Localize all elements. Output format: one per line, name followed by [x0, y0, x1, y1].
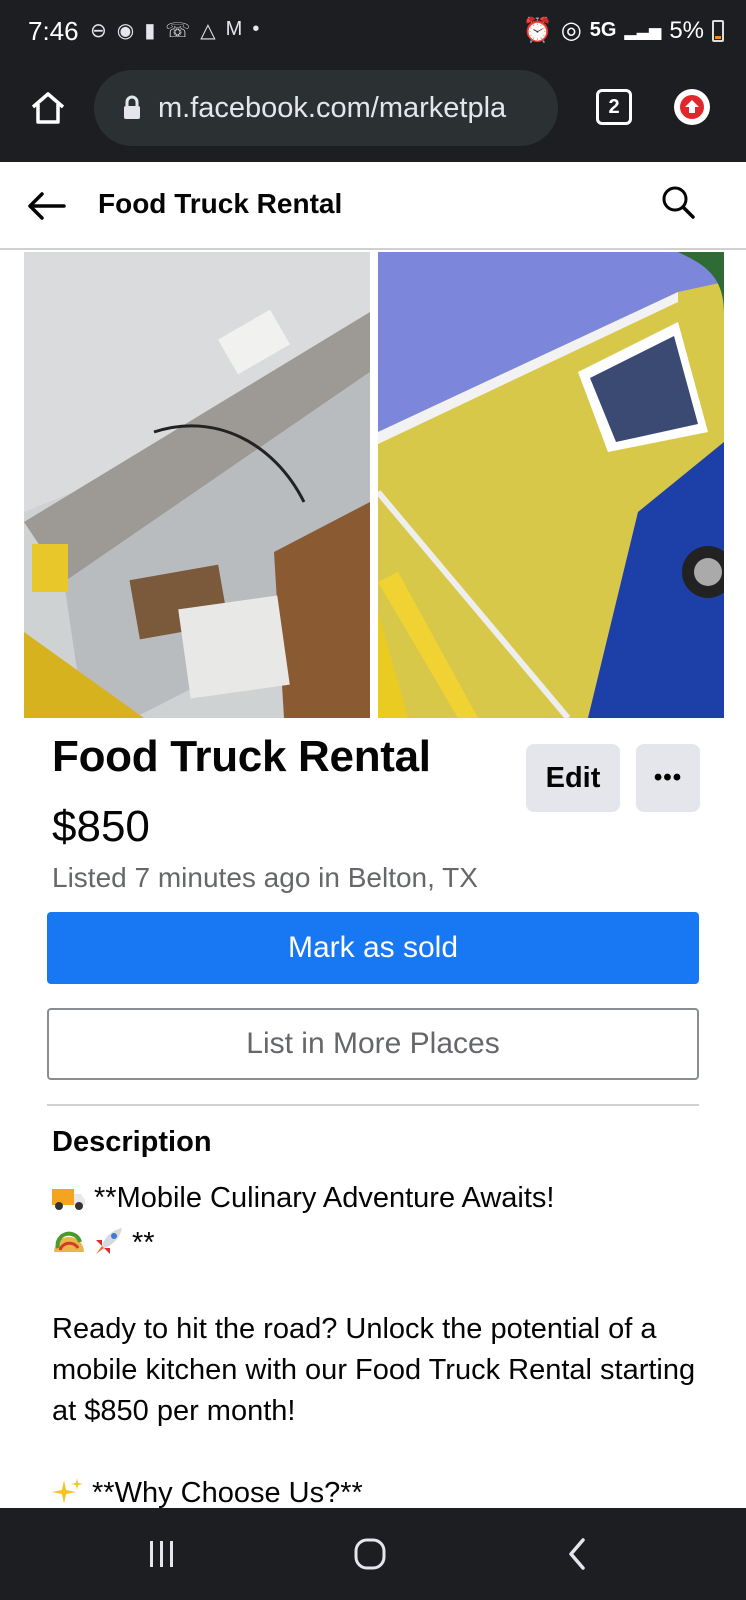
url-text: m.facebook.com/marketpla — [158, 91, 507, 124]
truck-emoji-icon — [52, 1182, 86, 1223]
description-body: **Mobile Culinary Adventure Awaits! ** R… — [52, 1178, 712, 1518]
alarm-icon: ⏰ — [522, 17, 553, 44]
description-line-2: ** — [52, 1223, 712, 1268]
battery-level: 5% — [669, 16, 704, 44]
search-button[interactable] — [660, 184, 700, 224]
airbnb-icon: △ — [200, 20, 216, 42]
battery-icon — [712, 19, 724, 42]
app-header: Food Truck Rental — [0, 162, 746, 250]
browser-toolbar: m.facebook.com/marketpla 2 — [0, 64, 746, 162]
photo-kitchen-interior — [24, 252, 370, 718]
more-dots-icon: ••• — [653, 764, 683, 791]
url-bar[interactable]: m.facebook.com/marketpla — [94, 70, 558, 146]
edit-button[interactable]: Edit — [526, 744, 620, 812]
description-line-1-text: **Mobile Culinary Adventure Awaits! — [94, 1182, 555, 1214]
listing-photo-1[interactable] — [24, 252, 370, 718]
taco-emoji-icon — [52, 1227, 86, 1268]
update-icon — [680, 95, 704, 119]
listing-title: Food Truck Rental — [52, 732, 431, 781]
description-paragraph-2: Ready to hit the road? Unlock the potent… — [52, 1313, 696, 1427]
photo-truck-exterior — [378, 252, 724, 718]
status-time: 7:46 — [28, 16, 79, 46]
update-button[interactable] — [674, 89, 710, 125]
nav-recents-button[interactable] — [138, 1530, 186, 1578]
divider — [47, 1104, 699, 1106]
dnd-icon: ⊖ — [90, 20, 107, 42]
search-icon — [662, 186, 695, 219]
system-nav-bar — [0, 1508, 746, 1600]
header-title: Food Truck Rental — [98, 188, 343, 219]
listing-price: $850 — [52, 802, 150, 851]
description-line-3-text: **Why Choose Us?** — [92, 1477, 363, 1509]
alert-icon: ▮ — [144, 20, 156, 42]
hotspot-icon: ◎ — [560, 17, 582, 44]
tab-count: 2 — [608, 95, 620, 118]
status-bar: 7:46 ⊖ ◉ ▮ ☏ △ M • ⏰ ◎ 5G ▂▃▅ 5% — [0, 0, 746, 64]
more-options-button[interactable]: ••• — [636, 744, 700, 812]
back-arrow-icon — [28, 192, 66, 220]
network-type: 5G — [589, 19, 617, 41]
messenger-icon: ◉ — [116, 20, 135, 42]
nav-back-icon — [569, 1538, 585, 1570]
recents-icon — [150, 1541, 173, 1567]
rocket-emoji-icon — [94, 1226, 124, 1268]
gmail-icon: M — [225, 18, 243, 40]
back-button[interactable] — [26, 186, 70, 226]
status-indicators: ⏰ ◎ 5G ▂▃▅ 5% — [523, 16, 724, 45]
listing-photo-2[interactable] — [378, 252, 724, 718]
home-icon — [31, 92, 65, 124]
notification-icons: ⊖ ◉ ▮ ☏ △ M • — [90, 18, 259, 43]
nav-back-button[interactable] — [554, 1530, 602, 1578]
wifi-call-icon: ☏ — [165, 20, 191, 42]
tabs-button[interactable]: 2 — [596, 89, 632, 125]
nav-home-icon — [354, 1538, 386, 1570]
mark-as-sold-button[interactable]: Mark as sold — [47, 912, 699, 984]
description-line-2-text: ** — [132, 1227, 155, 1259]
lock-icon — [122, 95, 142, 121]
description-heading: Description — [52, 1126, 212, 1158]
listing-meta: Listed 7 minutes ago in Belton, TX — [52, 862, 478, 893]
browser-home-button[interactable] — [24, 84, 72, 132]
signal-icon: ▂▃▅ — [624, 22, 662, 40]
nav-home-button[interactable] — [346, 1530, 394, 1578]
more-notifs-icon: • — [252, 18, 260, 40]
description-line-1: **Mobile Culinary Adventure Awaits! — [52, 1178, 712, 1223]
list-in-more-places-button[interactable]: List in More Places — [47, 1008, 699, 1080]
